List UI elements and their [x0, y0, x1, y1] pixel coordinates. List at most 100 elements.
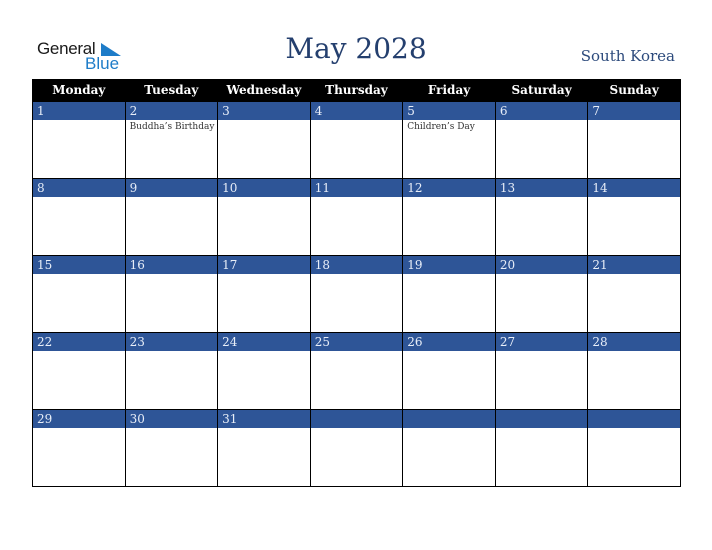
day-cell[interactable]: 16: [124, 255, 219, 333]
holiday-label: [126, 351, 218, 353]
day-number: 23: [125, 333, 218, 351]
day-number: 12: [403, 179, 495, 197]
holiday-label: [496, 351, 588, 353]
day-cell[interactable]: 15: [32, 255, 126, 333]
day-number: 5: [403, 102, 495, 120]
day-cell[interactable]: 17: [217, 255, 311, 333]
holiday-label: [496, 197, 588, 199]
holiday-label: [33, 274, 125, 276]
day-number: 9: [125, 179, 218, 197]
day-cell[interactable]: 20: [494, 255, 589, 333]
day-cell[interactable]: 5 Children’s Day: [402, 101, 496, 179]
holiday-label: [403, 351, 495, 353]
day-cell[interactable]: 8: [32, 178, 126, 256]
holiday-label: [126, 428, 218, 430]
holiday-label: Buddha’s Birthday: [129, 122, 215, 132]
day-cell[interactable]: 19: [402, 255, 496, 333]
holiday-label: [588, 120, 680, 122]
day-number: 8: [33, 179, 125, 197]
day-number: 3: [218, 102, 310, 120]
day-cell[interactable]: 14: [587, 178, 681, 256]
day-cell[interactable]: 26: [402, 332, 496, 410]
holiday-label: [588, 351, 680, 353]
day-cell[interactable]: 22: [32, 332, 126, 410]
day-number: 16: [125, 256, 218, 274]
week-row: 22 23 24 25 26 27 28: [32, 332, 681, 410]
day-number: 22: [33, 333, 125, 351]
country-label: South Korea: [580, 47, 675, 65]
day-number: 18: [310, 256, 403, 274]
day-number: 7: [588, 102, 680, 120]
weekday-header: Tuesday: [124, 79, 219, 102]
weekday-header: Monday: [32, 79, 126, 102]
holiday-label: [311, 351, 403, 353]
holiday-label: [218, 351, 310, 353]
day-cell[interactable]: [587, 409, 681, 487]
day-number: [588, 410, 680, 428]
holiday-label: [403, 197, 495, 199]
holiday-label: [218, 428, 310, 430]
day-number: 4: [310, 102, 403, 120]
holiday-label: [588, 428, 680, 430]
calendar-grid: Monday Tuesday Wednesday Thursday Friday…: [32, 79, 681, 487]
weekday-header: Wednesday: [217, 79, 311, 102]
holiday-label: [218, 197, 310, 199]
day-cell[interactable]: 18: [309, 255, 404, 333]
day-cell[interactable]: 28: [587, 332, 681, 410]
holiday-label: [311, 120, 403, 122]
day-cell[interactable]: 6: [494, 101, 589, 179]
day-number: 26: [403, 333, 495, 351]
day-number: 10: [218, 179, 310, 197]
holiday-label: [33, 197, 125, 199]
holiday-label: Children’s Day: [407, 122, 475, 132]
day-cell[interactable]: 9: [124, 178, 219, 256]
day-cell[interactable]: 31: [217, 409, 311, 487]
day-cell[interactable]: 2 Buddha’s Birthday: [124, 101, 219, 179]
day-number: 30: [125, 410, 218, 428]
holiday-label: [588, 274, 680, 276]
day-cell[interactable]: [402, 409, 496, 487]
holiday-label: [126, 274, 218, 276]
day-number: 17: [218, 256, 310, 274]
day-number: 25: [310, 333, 403, 351]
day-number: 21: [588, 256, 680, 274]
holiday-label: [311, 428, 403, 430]
day-cell[interactable]: 10: [217, 178, 311, 256]
day-cell[interactable]: 29: [32, 409, 126, 487]
day-number: 2: [125, 102, 218, 120]
day-cell[interactable]: 27: [494, 332, 589, 410]
day-number: 28: [588, 333, 680, 351]
day-number: [495, 410, 588, 428]
day-cell[interactable]: 13: [494, 178, 589, 256]
day-cell[interactable]: 3: [217, 101, 311, 179]
holiday-label: [33, 351, 125, 353]
day-number: [403, 410, 495, 428]
holiday-label: [403, 428, 495, 430]
day-cell[interactable]: 1: [32, 101, 126, 179]
day-cell[interactable]: 12: [402, 178, 496, 256]
holiday-label: [126, 197, 218, 199]
day-cell[interactable]: [494, 409, 589, 487]
day-cell[interactable]: 25: [309, 332, 404, 410]
holiday-label: [311, 197, 403, 199]
day-number: 29: [33, 410, 125, 428]
day-cell[interactable]: 4: [309, 101, 404, 179]
holiday-label: [218, 120, 310, 122]
day-cell[interactable]: 11: [309, 178, 404, 256]
day-number: 1: [33, 102, 125, 120]
week-row: 29 30 31: [32, 409, 681, 487]
day-number: 11: [310, 179, 403, 197]
weekday-header: Friday: [402, 79, 496, 102]
weekday-header: Saturday: [494, 79, 589, 102]
day-number: 13: [495, 179, 588, 197]
holiday-label: [496, 428, 588, 430]
day-number: 19: [403, 256, 495, 274]
day-cell[interactable]: 21: [587, 255, 681, 333]
day-cell[interactable]: 24: [217, 332, 311, 410]
day-cell[interactable]: 30: [124, 409, 219, 487]
day-cell[interactable]: 23: [124, 332, 219, 410]
day-number: 14: [588, 179, 680, 197]
day-cell[interactable]: 7: [587, 101, 681, 179]
day-cell[interactable]: [309, 409, 404, 487]
day-number: 24: [218, 333, 310, 351]
